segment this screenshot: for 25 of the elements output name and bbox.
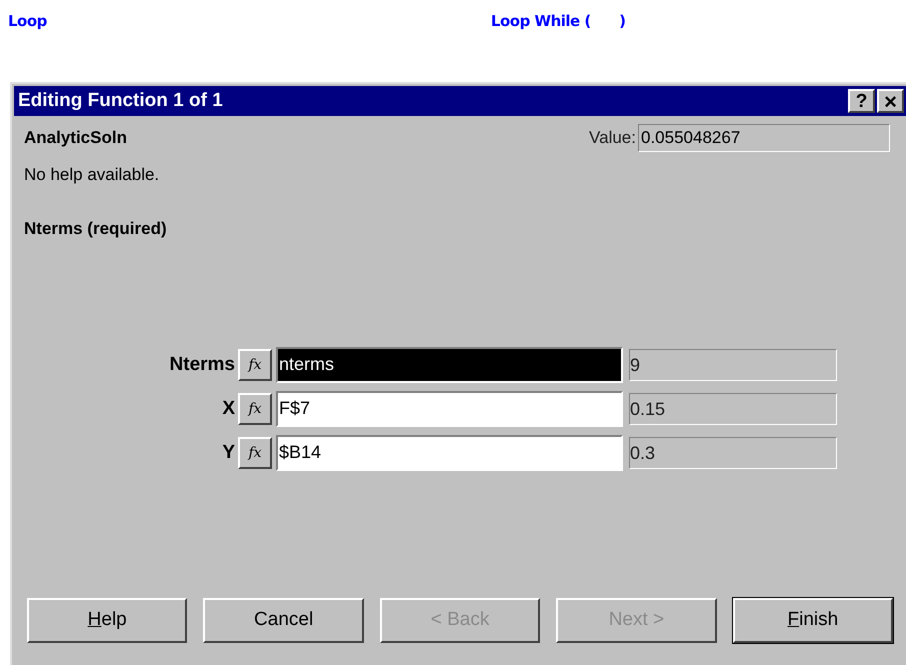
argument-heading: Nterms (required) bbox=[24, 218, 167, 240]
argument-value: 0.15 bbox=[629, 393, 837, 425]
window-title: Editing Function 1 of 1 bbox=[18, 88, 224, 113]
value-field: 0.055048267 bbox=[638, 124, 890, 152]
loop-label: Loop bbox=[8, 11, 47, 32]
argument-value: 9 bbox=[629, 349, 837, 381]
insert-function-button[interactable]: fx bbox=[238, 437, 272, 469]
dialog-button[interactable]: Finish bbox=[732, 598, 894, 643]
argument-input[interactable]: $B14 bbox=[276, 435, 623, 471]
help-text: No help available. bbox=[24, 164, 160, 186]
argument-input[interactable]: nterms bbox=[276, 347, 623, 383]
argument-input[interactable]: F$7 bbox=[276, 391, 623, 427]
function-name: AnalyticSoln bbox=[24, 127, 127, 150]
argument-label: X bbox=[221, 396, 236, 421]
argument-label: Y bbox=[221, 440, 236, 465]
insert-function-button[interactable]: fx bbox=[238, 349, 272, 381]
help-button[interactable]: ? bbox=[848, 89, 875, 113]
dialog-button[interactable]: Cancel bbox=[203, 598, 364, 643]
loop-while-label: Loop While ( ) bbox=[490, 11, 626, 32]
insert-function-button[interactable]: fx bbox=[238, 393, 272, 425]
value-label: Value: bbox=[589, 127, 636, 150]
close-button[interactable]: × bbox=[877, 89, 904, 113]
argument-label: Nterms bbox=[168, 352, 236, 377]
dialog-button[interactable]: Help bbox=[27, 598, 188, 643]
argument-value: 0.3 bbox=[629, 437, 837, 469]
